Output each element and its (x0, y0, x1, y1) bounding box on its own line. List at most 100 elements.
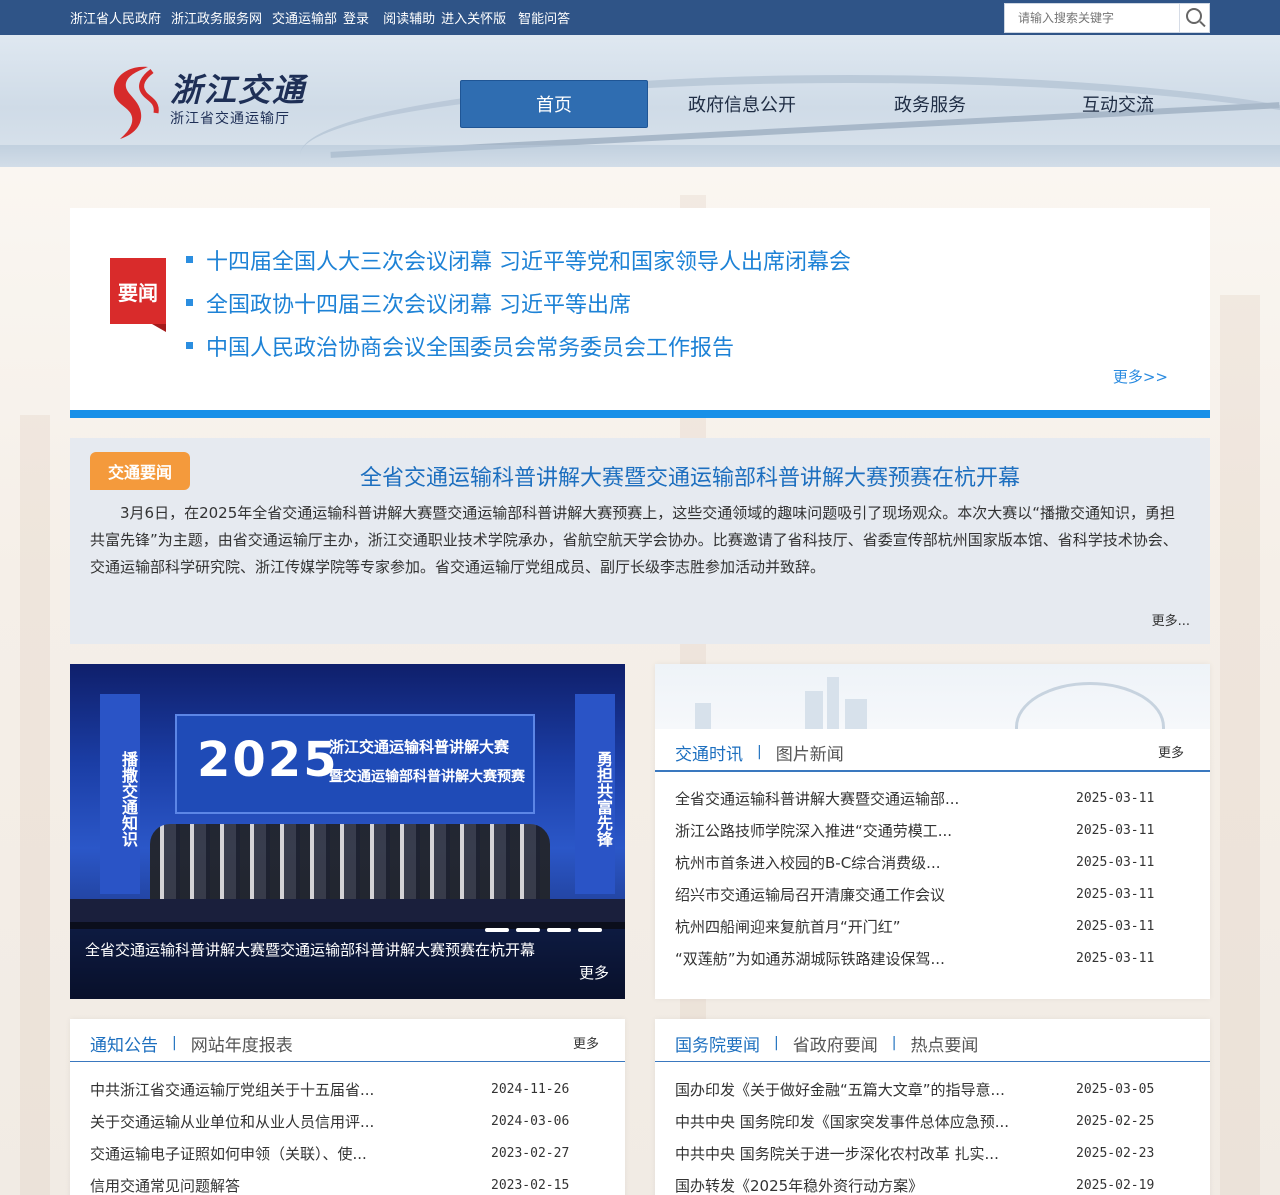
card-divider (655, 770, 1210, 772)
news-more-link[interactable]: 更多 (1158, 742, 1184, 761)
list-item[interactable]: 国办转发《2025年稳外资行动方案》 2025-02-19 (675, 1169, 1154, 1195)
bg-building (20, 415, 50, 1195)
nav-home[interactable]: 首页 (460, 80, 648, 128)
traffic-news-section: 交通要闻 全省交通运输科普讲解大赛暨交通运输部科普讲解大赛预赛在杭开幕 3月6日… (70, 438, 1210, 644)
list-item[interactable]: 浙江公路技师学院深入推进“交通劳模工... 2025-03-11 (675, 814, 1154, 846)
logo-subtitle: 浙江省交通运输厅 (170, 111, 290, 127)
site-header: 浙江交通 浙江省交通运输厅 首页 政府信息公开 政务服务 互动交流 (0, 35, 1280, 167)
news-date: 2025-03-11 (1076, 790, 1155, 806)
headline-link[interactable]: 全国政协十四届三次会议闭幕 习近平等出席 (206, 287, 631, 319)
notice-title[interactable]: 中共浙江省交通运输厅党组关于十五届省... (90, 1079, 491, 1100)
nav-gov-info[interactable]: 政府信息公开 (648, 80, 836, 128)
notice-date: 2024-11-26 (491, 1081, 570, 1097)
reading-aid-link[interactable]: 阅读辅助 (383, 8, 435, 27)
notice-more-link[interactable]: 更多 (573, 1033, 599, 1052)
tab-provincial-gov[interactable]: 省政府要闻 (793, 1031, 878, 1056)
list-item[interactable]: 关于交通运输从业单位和从业人员信用评... 2024-03-06 (90, 1105, 569, 1137)
news-date: 2025-03-11 (1076, 950, 1155, 966)
bg-building (827, 677, 839, 729)
care-mode-link[interactable]: 进入关怀版 (441, 8, 506, 27)
link-mot[interactable]: 交通运输部 (272, 8, 337, 27)
login-link[interactable]: 登录 (343, 8, 369, 27)
search-box (1004, 3, 1210, 33)
news-title[interactable]: “双莲舫”为如通苏湖城际铁路建设保驾... (675, 948, 1076, 969)
carousel-dot[interactable] (578, 928, 602, 932)
headline-section: 要闻 十四届全国人大三次会议闭幕 习近平等党和国家领导人出席闭幕会 全国政协十四… (70, 208, 1210, 418)
headline-link[interactable]: 十四届全国人大三次会议闭幕 习近平等党和国家领导人出席闭幕会 (206, 244, 851, 276)
tab-separator: | (757, 744, 762, 760)
gov-news-date: 2025-02-25 (1076, 1113, 1155, 1129)
gov-news-title[interactable]: 中共中央 国务院关于进一步深化农村改革 扎实... (675, 1143, 1076, 1164)
carousel-dot[interactable] (485, 928, 509, 932)
photo-caption[interactable]: 全省交通运输科普讲解大赛暨交通运输部科普讲解大赛预赛在杭开幕 (85, 939, 535, 960)
gov-news-title[interactable]: 国办印发《关于做好金融“五篇大文章”的指导意... (675, 1079, 1076, 1100)
smart-qa-link[interactable]: 智能问答 (518, 8, 570, 27)
gov-news-date: 2025-03-05 (1076, 1081, 1155, 1097)
tab-photo-news[interactable]: 图片新闻 (776, 740, 844, 765)
tab-hot-news[interactable]: 热点要闻 (910, 1031, 978, 1056)
bullet-square-icon (186, 299, 193, 306)
list-item: 中国人民政治协商会议全国委员会常务委员会工作报告 (186, 324, 851, 367)
notice-title[interactable]: 信用交通常见问题解答 (90, 1175, 491, 1195)
photo-banner-left: 播撒交通知识 (100, 694, 140, 894)
list-item[interactable]: 绍兴市交通运输局召开清廉交通工作会议 2025-03-11 (675, 878, 1154, 910)
list-item[interactable]: 杭州四船闸迎来复航首月“开门红” 2025-03-11 (675, 910, 1154, 942)
headline-list: 十四届全国人大三次会议闭幕 习近平等党和国家领导人出席闭幕会 全国政协十四届三次… (186, 238, 851, 367)
search-button[interactable] (1179, 4, 1209, 32)
top-links: 浙江省人民政府 浙江政务服务网 交通运输部 登录 阅读辅助 进入关怀版 智能问答 (70, 0, 580, 35)
news-title[interactable]: 杭州四船闸迎来复航首月“开门红” (675, 916, 1076, 937)
list-item[interactable]: 中共中央 国务院关于进一步深化农村改革 扎实... 2025-02-23 (675, 1137, 1154, 1169)
notice-title[interactable]: 关于交通运输从业单位和从业人员信用评... (90, 1111, 491, 1132)
headline-more-link[interactable]: 更多>> (1113, 366, 1168, 387)
tab-traffic-news[interactable]: 交通时讯 (675, 740, 743, 765)
site-logo[interactable]: 浙江交通 浙江省交通运输厅 (104, 61, 314, 141)
news-title[interactable]: 浙江公路技师学院深入推进“交通劳模工... (675, 820, 1076, 841)
list-item: 十四届全国人大三次会议闭幕 习近平等党和国家领导人出席闭幕会 (186, 238, 851, 281)
list-item[interactable]: 交通运输电子证照如何申领（关联）、使... 2023-02-27 (90, 1137, 569, 1169)
headline-link[interactable]: 中国人民政治协商会议全国委员会常务委员会工作报告 (206, 330, 734, 362)
gov-news-title[interactable]: 中共中央 国务院印发《国家突发事件总体应急预... (675, 1111, 1076, 1132)
gov-news-list: 国办印发《关于做好金融“五篇大文章”的指导意... 2025-03-05 中共中央… (675, 1073, 1154, 1195)
link-zj-service[interactable]: 浙江政务服务网 (171, 8, 262, 27)
list-item[interactable]: 信用交通常见问题解答 2023-02-15 (90, 1169, 569, 1195)
news-date: 2025-03-11 (1076, 854, 1155, 870)
gov-news-title[interactable]: 国办转发《2025年稳外资行动方案》 (675, 1175, 1076, 1195)
list-item[interactable]: 全省交通运输科普讲解大赛暨交通运输部... 2025-03-11 (675, 782, 1154, 814)
bg-building (695, 703, 711, 729)
list-item: 全国政协十四届三次会议闭幕 习近平等出席 (186, 281, 851, 324)
list-item[interactable]: 国办印发《关于做好金融“五篇大文章”的指导意... 2025-03-05 (675, 1073, 1154, 1105)
bridge-arc-illustration (1015, 682, 1165, 729)
list-item[interactable]: 中共浙江省交通运输厅党组关于十五届省... 2024-11-26 (90, 1073, 569, 1105)
photo-group-people (150, 824, 550, 904)
logo-mark-icon (113, 66, 159, 139)
news-title[interactable]: 全省交通运输科普讲解大赛暨交通运输部... (675, 788, 1076, 809)
traffic-news-more-link[interactable]: 更多... (1152, 610, 1190, 629)
photo-screen-line1: 浙江交通运输科普讲解大赛 (329, 738, 510, 756)
photo-carousel[interactable]: 播撒交通知识 勇担共富先锋 2025 浙江交通运输科普讲解大赛 暨交通运输部科普… (70, 664, 625, 999)
news-date: 2025-03-11 (1076, 886, 1155, 902)
carousel-dot[interactable] (547, 928, 571, 932)
list-item[interactable]: “双莲舫”为如通苏湖城际铁路建设保驾... 2025-03-11 (675, 942, 1154, 974)
photo-caption-bar (70, 922, 625, 999)
carousel-dot[interactable] (516, 928, 540, 932)
nav-gov-service[interactable]: 政务服务 (836, 80, 1024, 128)
tab-notices[interactable]: 通知公告 (90, 1031, 158, 1056)
nav-interaction[interactable]: 互动交流 (1024, 80, 1212, 128)
notice-title[interactable]: 交通运输电子证照如何申领（关联）、使... (90, 1143, 491, 1164)
gov-news-card: 国务院要闻 | 省政府要闻 | 热点要闻 国办印发《关于做好金融“五篇大文章”的… (655, 1019, 1210, 1195)
list-item[interactable]: 中共中央 国务院印发《国家突发事件总体应急预... 2025-02-25 (675, 1105, 1154, 1137)
photo-screen-year: 2025 (197, 732, 339, 788)
list-item[interactable]: 杭州市首条进入校园的B-C综合消费级... 2025-03-11 (675, 846, 1154, 878)
traffic-news-title[interactable]: 全省交通运输科普讲解大赛暨交通运输部科普讲解大赛预赛在杭开幕 (70, 460, 1280, 492)
news-title[interactable]: 绍兴市交通运输局召开清廉交通工作会议 (675, 884, 1076, 905)
link-zj-gov[interactable]: 浙江省人民政府 (70, 8, 161, 27)
bg-building (1220, 295, 1260, 1195)
tab-annual-report[interactable]: 网站年度报表 (191, 1031, 293, 1056)
traffic-news-body: 3月6日，在2025年全省交通运输科普讲解大赛暨交通运输部科普讲解大赛预赛上，这… (90, 504, 1178, 576)
search-input[interactable] (1005, 4, 1179, 32)
photo-more-link[interactable]: 更多 (579, 962, 609, 983)
news-title[interactable]: 杭州市首条进入校园的B-C综合消费级... (675, 852, 1076, 873)
notice-date: 2024-03-06 (491, 1113, 570, 1129)
card-divider (70, 1061, 625, 1062)
tab-state-council[interactable]: 国务院要闻 (675, 1031, 760, 1056)
